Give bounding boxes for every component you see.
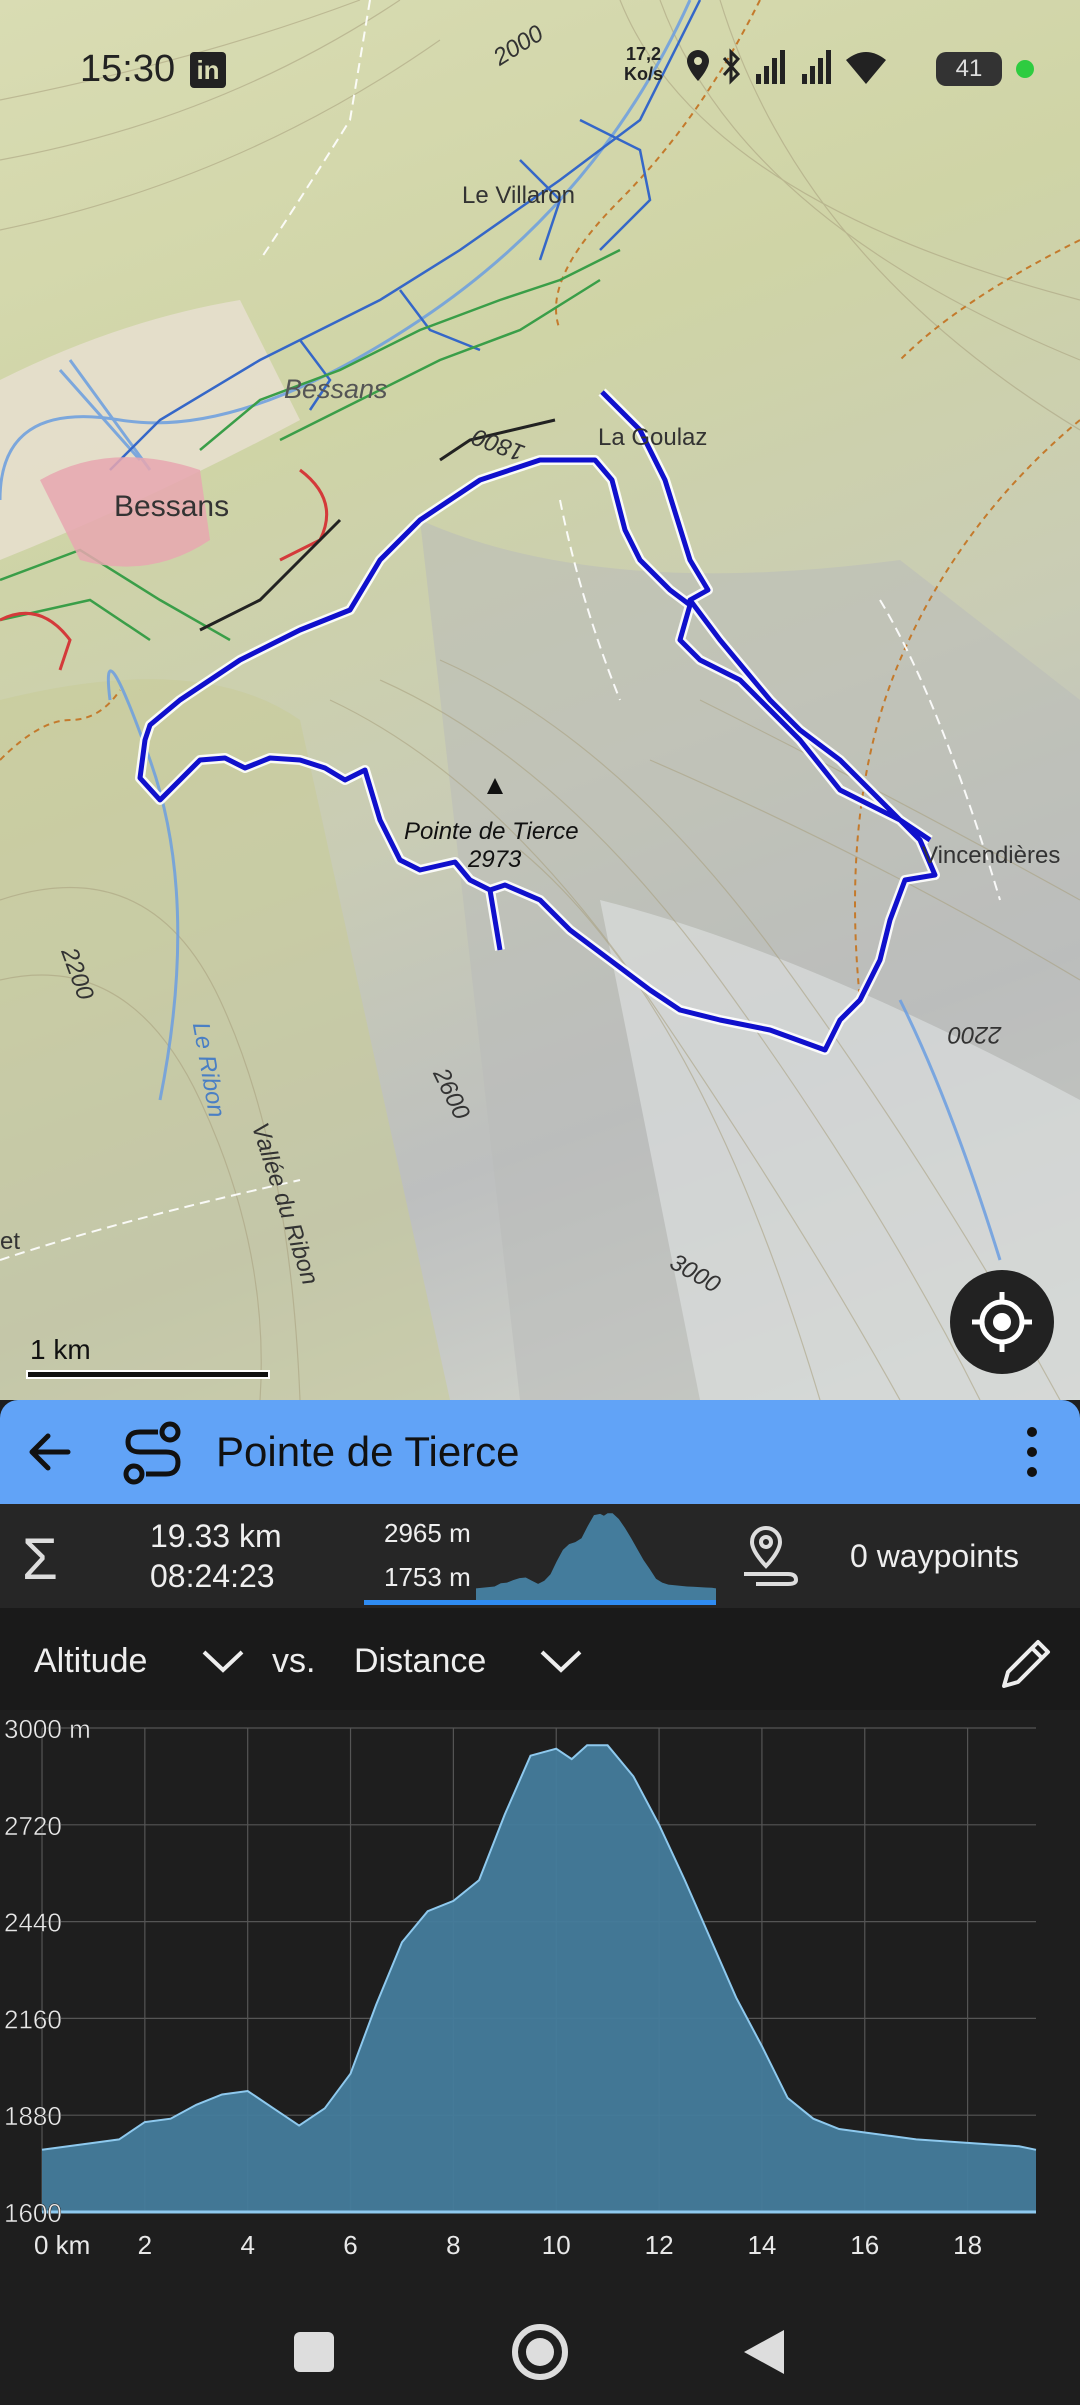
total-duration: 08:24:23	[150, 1558, 275, 1594]
chevron-down-icon[interactable]	[538, 1646, 584, 1676]
network-speed: 17,2 Ko/s	[624, 44, 663, 84]
triangle-back-icon[interactable]	[744, 2330, 784, 2374]
clock: 15:30	[80, 48, 176, 90]
waypoint-count[interactable]: 0 waypoints	[850, 1538, 1019, 1575]
network-speed-unit: Ko/s	[624, 64, 664, 84]
track-title: Pointe de Tierce	[216, 1428, 520, 1475]
x-tick-label: 8	[446, 2230, 460, 2260]
town-label: Bessans	[114, 490, 230, 523]
x-tick-label: 6	[343, 2230, 357, 2260]
max-elevation: 2965 m	[384, 1518, 471, 1548]
x-tick-label: 12	[645, 2230, 674, 2260]
locate-button[interactable]	[950, 1270, 1054, 1374]
y-tick-label: 2440	[4, 1908, 62, 1938]
min-elevation: 1753 m	[384, 1562, 471, 1592]
x-tick-label: 14	[747, 2230, 776, 2260]
axis-selector: Altitude vs. Distance	[0, 1608, 1080, 1710]
battery-indicator: 41	[936, 52, 1002, 86]
network-speed-value: 17,2	[625, 44, 662, 64]
map-scale: 1 km	[26, 1334, 270, 1379]
x-axis-select[interactable]: Distance	[354, 1642, 486, 1681]
y-tick-label: 2160	[4, 2004, 62, 2034]
y-tick-label: 3000 m	[4, 1714, 91, 1744]
system-nav-bar	[0, 2290, 1080, 2400]
place-label: Bessans	[284, 374, 388, 404]
peak-elevation-label: 2973	[468, 846, 522, 873]
vs-label: vs.	[272, 1642, 316, 1680]
elevation-chart[interactable]: 3000 m 2720 2440 2160 1880 16000 km 2 4 6 8 10 12 14…	[0, 1710, 1080, 2290]
y-axis-select[interactable]: Altitude	[34, 1642, 147, 1681]
scale-label: 1 km	[30, 1334, 91, 1365]
x-tick-label: 0 km	[34, 2230, 90, 2260]
status-bar: 15:30 in 17,2 Ko/s 41	[0, 0, 1080, 140]
square-icon[interactable]	[294, 2332, 334, 2372]
peak-name-label: Pointe de Tierce	[404, 818, 579, 845]
more-vertical-icon[interactable]	[1012, 1420, 1052, 1484]
arrow-left-icon[interactable]	[20, 1422, 80, 1482]
track-header: Pointe de Tierce	[0, 1400, 1080, 1504]
track-stats: Σ 19.33 km 08:24:23 2965 m 1753 m 0 wayp…	[0, 1504, 1080, 1608]
x-tick-label: 18	[953, 2230, 982, 2260]
total-distance: 19.33 km	[150, 1518, 282, 1554]
y-tick-label: 1880	[4, 2101, 62, 2131]
map-view[interactable]: 2000 Le Villaron Bessans 1800 La Goulaz …	[0, 0, 1080, 1400]
x-tick-label: 2	[138, 2230, 152, 2260]
bluetooth-icon	[722, 48, 741, 85]
status-icons	[687, 48, 886, 85]
x-tick-label: 16	[850, 2230, 879, 2260]
crosshair-icon	[972, 1292, 1032, 1352]
y-tick-label: 2720	[4, 1811, 62, 1841]
scale-bar	[26, 1370, 270, 1379]
y-tick-label: 1600	[4, 2198, 62, 2228]
topo-map-layer	[0, 0, 1080, 1400]
place-label: Le Villaron	[462, 182, 575, 209]
wifi-icon	[846, 52, 886, 84]
contour-label: 2200	[948, 1021, 1002, 1048]
location-icon	[687, 50, 709, 81]
waypoint-pin-icon[interactable]	[736, 1522, 802, 1588]
linkedin-icon: in	[190, 52, 226, 88]
pencil-icon[interactable]	[994, 1632, 1058, 1696]
place-label: La Goulaz	[598, 424, 708, 451]
x-tick-label: 10	[542, 2230, 571, 2260]
sigma-icon: Σ	[22, 1527, 58, 1592]
x-tick-label: 4	[240, 2230, 254, 2260]
circle-icon[interactable]	[512, 2324, 568, 2380]
chevron-down-icon[interactable]	[200, 1646, 246, 1676]
route-icon	[123, 1421, 181, 1485]
elevation-area	[42, 1745, 1036, 2212]
place-label: Vincendières	[922, 842, 1061, 869]
signal-icon	[756, 50, 785, 84]
signal-icon	[802, 50, 831, 84]
privacy-dot	[1016, 60, 1034, 78]
place-label: et	[0, 1228, 21, 1255]
